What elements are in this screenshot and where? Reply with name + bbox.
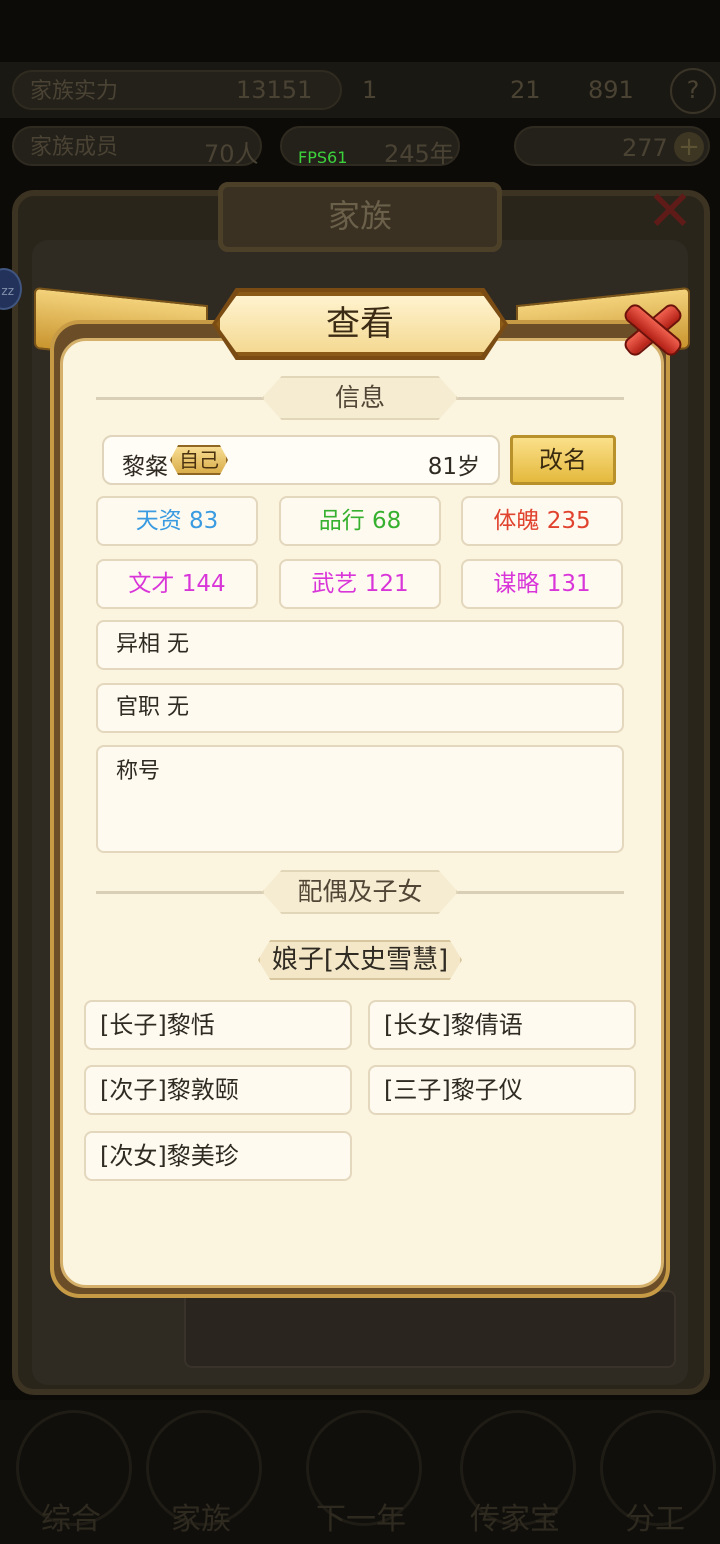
nav-next-year[interactable]: 下一年 xyxy=(296,1410,426,1540)
titles-field: 称号 xyxy=(96,745,624,853)
resource-value: 277 xyxy=(622,134,668,162)
child-item[interactable]: [长女]黎倩语 xyxy=(368,1000,636,1050)
family-strength-label: 家族实力 xyxy=(30,79,119,104)
child-item[interactable]: [次女]黎美珍 xyxy=(84,1131,352,1181)
family-strength-value: 13151 xyxy=(236,76,313,104)
child-item[interactable]: [长子]黎恬 xyxy=(84,1000,352,1050)
stat-strategy: 谋略 131 xyxy=(461,559,623,609)
nav-next-year-label: 下一年 xyxy=(316,1502,406,1537)
stat-literary: 文才 144 xyxy=(96,559,258,609)
divider xyxy=(96,891,266,894)
help-icon[interactable]: ? xyxy=(670,68,716,114)
fps-counter: FPS61 xyxy=(298,148,348,167)
rename-button[interactable]: 改名 xyxy=(510,435,616,485)
family-close-icon[interactable]: ✕ xyxy=(640,182,700,242)
child-item[interactable]: [三子]黎子仪 xyxy=(368,1065,636,1115)
self-badge: 自己 xyxy=(170,445,228,475)
family-members-label: 家族成员 xyxy=(30,135,119,160)
close-button[interactable] xyxy=(610,292,688,364)
top-secondary-value: 1 xyxy=(362,76,378,104)
stat-conduct: 品行 68 xyxy=(279,496,441,546)
top-right-value-a: 21 xyxy=(510,76,541,104)
character-name: 黎粲 xyxy=(122,454,168,480)
nav-general-label: 综合 xyxy=(41,1502,101,1537)
info-section-header: 信息 xyxy=(96,376,624,420)
nav-heirloom[interactable]: 传家宝 xyxy=(450,1410,580,1540)
spouse-tag[interactable]: 娘子[太史雪慧] xyxy=(258,940,462,980)
family-section-header: 配偶及子女 xyxy=(96,870,624,914)
stat-physique: 体魄 235 xyxy=(461,496,623,546)
nav-family[interactable]: 家族 xyxy=(136,1410,266,1540)
nav-family-label: 家族 xyxy=(171,1502,231,1537)
add-resource-icon[interactable]: + xyxy=(674,132,704,162)
divider xyxy=(454,397,624,400)
character-age: 81岁 xyxy=(427,454,480,480)
divider xyxy=(454,891,624,894)
background-panel xyxy=(184,1290,676,1368)
nav-division-label: 分工 xyxy=(625,1502,685,1537)
nav-heirloom-label: 传家宝 xyxy=(470,1502,560,1537)
dialog-title: 查看 xyxy=(216,292,504,356)
divider xyxy=(96,397,266,400)
nav-general[interactable]: 综合 xyxy=(6,1410,136,1540)
titles-label: 称号 xyxy=(116,759,161,784)
years-value: 245年 xyxy=(384,140,454,168)
family-members-count: 70人 xyxy=(204,140,259,168)
nav-division[interactable]: 分工 xyxy=(590,1410,720,1540)
feature-field: 异相 无 xyxy=(96,620,624,670)
stat-martial: 武艺 121 xyxy=(279,559,441,609)
child-item[interactable]: [次子]黎敦颐 xyxy=(84,1065,352,1115)
info-header-label: 信息 xyxy=(262,376,458,420)
top-right-value-b: 891 xyxy=(588,76,634,104)
name-field: 黎粲 自己 81岁 xyxy=(102,435,500,485)
family-header-label: 配偶及子女 xyxy=(262,870,458,914)
office-field: 官职 无 xyxy=(96,683,624,733)
family-window-title: 家族 xyxy=(218,182,502,252)
stat-talent: 天资 83 xyxy=(96,496,258,546)
